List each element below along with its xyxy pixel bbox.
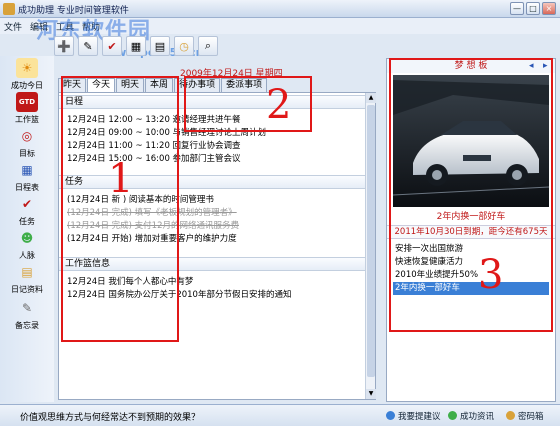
people-icon: ☻ (20, 231, 34, 245)
status-bar: 价值观思维方式与何经常达不到预期的效果？ 我要提建议 成功资讯 密码箱 (0, 404, 560, 426)
nav-item-goal[interactable]: ◎ 目标 (0, 126, 54, 159)
lock-icon (506, 411, 515, 420)
password-box-link[interactable]: 密码箱 (506, 410, 544, 422)
basket-icon: GTD (16, 92, 38, 112)
nav-label: 任务 (19, 217, 35, 226)
diary-icon: ▤ (21, 265, 33, 279)
minimize-button[interactable]: — (510, 2, 524, 15)
new-task-icon[interactable]: ➕ (54, 36, 74, 56)
annotation-number-3: 3 (478, 252, 504, 298)
scroll-thumb[interactable] (367, 105, 375, 377)
nav-label: 成功今日 (11, 81, 43, 90)
search-icon[interactable]: ⌕ (198, 36, 218, 56)
annotation-box-3 (389, 58, 553, 332)
sun-icon: ☀ (16, 58, 38, 78)
nav-item-memo[interactable]: ✎ 备忘录 (0, 298, 54, 331)
status-tip[interactable]: 价值观思维方式与何经常达不到预期的效果？ (20, 410, 200, 423)
nav-item-people[interactable]: ☻ 人脉 (0, 228, 54, 261)
password-box-label: 密码箱 (518, 412, 544, 422)
nav-label: 日程表 (15, 183, 39, 192)
toolbar: ➕ ✎ ✔ ▦ ▤ ◷ ⌕ (54, 34, 218, 58)
app-icon (3, 3, 15, 15)
news-icon (448, 411, 457, 420)
target-icon: ◎ (21, 129, 33, 143)
nav-item-today[interactable]: ☀ 成功今日 (0, 58, 54, 91)
nav-label: 备忘录 (15, 321, 39, 330)
nav-item-basket[interactable]: GTD 工作篮 (0, 92, 54, 125)
maximize-button[interactable]: □ (526, 2, 540, 15)
schedule-icon: ▦ (21, 163, 33, 177)
suggestion-link[interactable]: 我要提建议 (386, 410, 441, 422)
annotation-number-1: 1 (108, 156, 134, 202)
news-label: 成功资讯 (460, 412, 495, 422)
annotation-number-2: 2 (266, 82, 292, 128)
task-icon: ✔ (21, 197, 33, 211)
nav-label: 日记资料 (11, 285, 43, 294)
nav-label: 人脉 (19, 251, 35, 260)
calendar-icon[interactable]: ▦ (126, 36, 146, 56)
left-nav: ☀ 成功今日 GTD 工作篮 ◎ 目标 ▦ 日程表 ✔ 任务 ☻ 人脉 ▤ 日记… (0, 56, 54, 402)
nav-label: 工作篮 (15, 115, 39, 124)
menu-file[interactable]: 文件 (4, 20, 22, 33)
vertical-scrollbar[interactable]: ▲ ▼ (365, 93, 376, 399)
nav-item-diary[interactable]: ▤ 日记资料 (0, 262, 54, 295)
suggestion-icon (386, 411, 395, 420)
clock-icon[interactable]: ◷ (174, 36, 194, 56)
annotation-box-1 (61, 76, 179, 342)
annotation-box-2 (184, 76, 312, 132)
nav-item-schedule[interactable]: ▦ 日程表 (0, 160, 54, 193)
scroll-up-icon[interactable]: ▲ (366, 93, 376, 103)
close-button[interactable]: × (542, 2, 556, 15)
memo-icon: ✎ (21, 301, 33, 315)
edit-icon[interactable]: ✎ (78, 36, 98, 56)
note-icon[interactable]: ▤ (150, 36, 170, 56)
scroll-down-icon[interactable]: ▼ (366, 389, 376, 399)
nav-item-task[interactable]: ✔ 任务 (0, 194, 54, 227)
suggestion-label: 我要提建议 (398, 412, 441, 422)
news-link[interactable]: 成功资讯 (448, 410, 494, 422)
check-icon[interactable]: ✔ (102, 36, 122, 56)
nav-label: 目标 (19, 149, 35, 158)
